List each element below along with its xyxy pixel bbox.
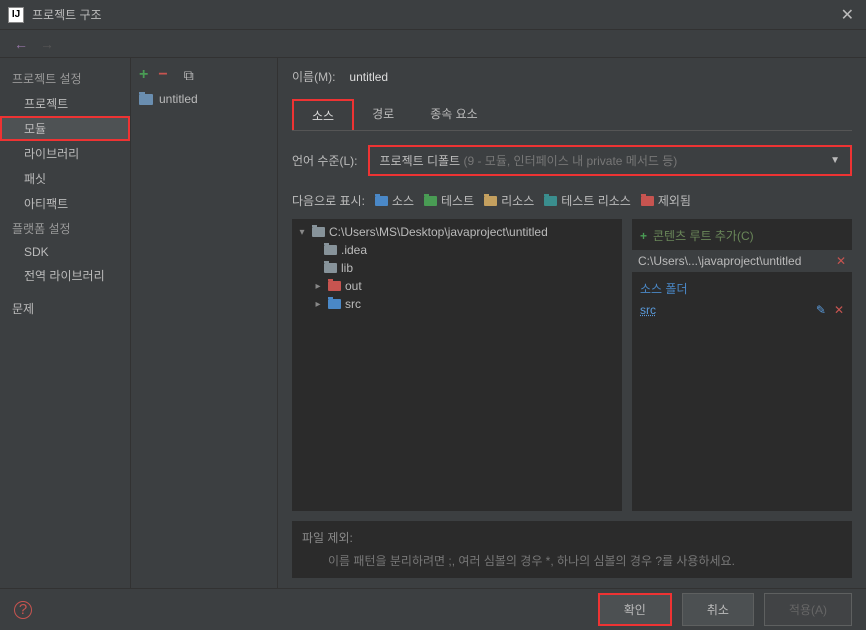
chip-test[interactable]: 테스트 [424, 192, 474, 209]
expand-icon[interactable]: ▸ [312, 281, 324, 292]
sidebar-item-sdk[interactable]: SDK [0, 241, 130, 263]
sidebar-item-problem[interactable]: 문제 [0, 296, 130, 321]
chevron-down-icon: ▼ [830, 155, 840, 166]
tree-row[interactable]: lib [296, 259, 618, 277]
sidebar-item-module[interactable]: 모듈 [0, 116, 130, 141]
folder-teal-icon [544, 196, 557, 206]
folder-green-icon [424, 196, 437, 206]
add-module-button[interactable]: + [139, 66, 148, 84]
name-label: 이름(M): [292, 68, 335, 85]
folder-tan-icon [484, 196, 497, 206]
sidebar-heading-platform: 플랫폼 설정 [0, 216, 130, 241]
folder-tree[interactable]: ▾ C:\Users\MS\Desktop\javaproject\untitl… [292, 219, 622, 511]
lang-detail: (9 - 모듈, 인터페이스 내 private 메서드 등) [460, 154, 677, 168]
chip-excluded[interactable]: 제외됨 [641, 192, 691, 209]
forward-button[interactable]: → [34, 36, 60, 52]
close-button[interactable]: ✕ [837, 5, 858, 25]
sidebar-item-library[interactable]: 라이브러리 [0, 141, 130, 166]
sidebar-item-project[interactable]: 프로젝트 [0, 91, 130, 116]
remove-src-button[interactable]: ✕ [834, 303, 844, 317]
sidebar-item-artifact[interactable]: 아티팩트 [0, 191, 130, 216]
sidebar-item-facet[interactable]: 패싯 [0, 166, 130, 191]
src-folder-name: src [640, 303, 656, 317]
folder-source-icon [328, 299, 341, 309]
tab-source[interactable]: 소스 [292, 99, 354, 130]
back-button[interactable]: ← [8, 36, 34, 52]
sidebar-heading-project: 프로젝트 설정 [0, 66, 130, 91]
content-root-path[interactable]: C:\Users\...\javaproject\untitled ✕ [632, 250, 852, 272]
folder-excluded-icon [328, 281, 341, 291]
tree-root-row[interactable]: ▾ C:\Users\MS\Desktop\javaproject\untitl… [296, 223, 618, 241]
tab-path[interactable]: 경로 [354, 99, 412, 130]
lang-value: 프로젝트 디폴트 [380, 154, 461, 168]
module-folder-icon [139, 94, 153, 105]
remove-module-button[interactable]: − [158, 66, 167, 84]
cancel-button[interactable]: 취소 [682, 593, 754, 626]
expand-icon[interactable]: ▸ [312, 299, 324, 310]
expand-icon[interactable]: ▾ [296, 227, 308, 238]
chip-resource[interactable]: 리소스 [484, 192, 534, 209]
help-button[interactable]: ? [14, 601, 32, 619]
module-name: untitled [159, 92, 198, 106]
src-folder-item[interactable]: src ✎ ✕ [640, 301, 844, 319]
src-heading: 소스 폴더 [640, 280, 844, 297]
exclude-help-text: 이름 패턴을 분리하려면 ;, 여러 심볼의 경우 *, 하나의 심볼의 경우 … [328, 552, 842, 570]
copy-module-button[interactable]: ⧉ [184, 67, 194, 84]
folder-blue-icon [375, 196, 388, 206]
edit-icon[interactable]: ✎ [816, 303, 826, 317]
add-content-root-button[interactable]: + 콘텐츠 루트 추가(C) [640, 225, 844, 250]
tree-row[interactable]: ▸ out [296, 277, 618, 295]
tree-row[interactable]: .idea [296, 241, 618, 259]
sidebar-item-global-lib[interactable]: 전역 라이브러리 [0, 263, 130, 288]
apply-button: 적용(A) [764, 593, 852, 626]
folder-icon [324, 245, 337, 255]
module-list-item[interactable]: untitled [131, 88, 277, 110]
ok-button[interactable]: 확인 [598, 593, 672, 626]
folder-icon [312, 227, 325, 237]
name-value[interactable]: untitled [349, 70, 388, 84]
chip-source[interactable]: 소스 [375, 192, 414, 209]
tree-root-label: C:\Users\MS\Desktop\javaproject\untitled [329, 225, 548, 239]
display-label: 다음으로 표시: [292, 192, 365, 209]
folder-icon [324, 263, 337, 273]
lang-level-dropdown[interactable]: 프로젝트 디폴트 (9 - 모듈, 인터페이스 내 private 메서드 등)… [368, 145, 853, 176]
app-icon: IJ [8, 7, 24, 23]
plus-icon: + [640, 229, 647, 243]
folder-red-icon [641, 196, 654, 206]
tab-deps[interactable]: 종속 요소 [412, 99, 496, 130]
remove-root-button[interactable]: ✕ [836, 254, 846, 268]
exclude-label: 파일 제외: [302, 529, 842, 546]
chip-test-resource[interactable]: 테스트 리소스 [544, 192, 631, 209]
window-title: 프로젝트 구조 [32, 6, 837, 23]
lang-label: 언어 수준(L): [292, 152, 358, 169]
root-path-label: C:\Users\...\javaproject\untitled [638, 254, 801, 268]
tree-row[interactable]: ▸ src [296, 295, 618, 313]
